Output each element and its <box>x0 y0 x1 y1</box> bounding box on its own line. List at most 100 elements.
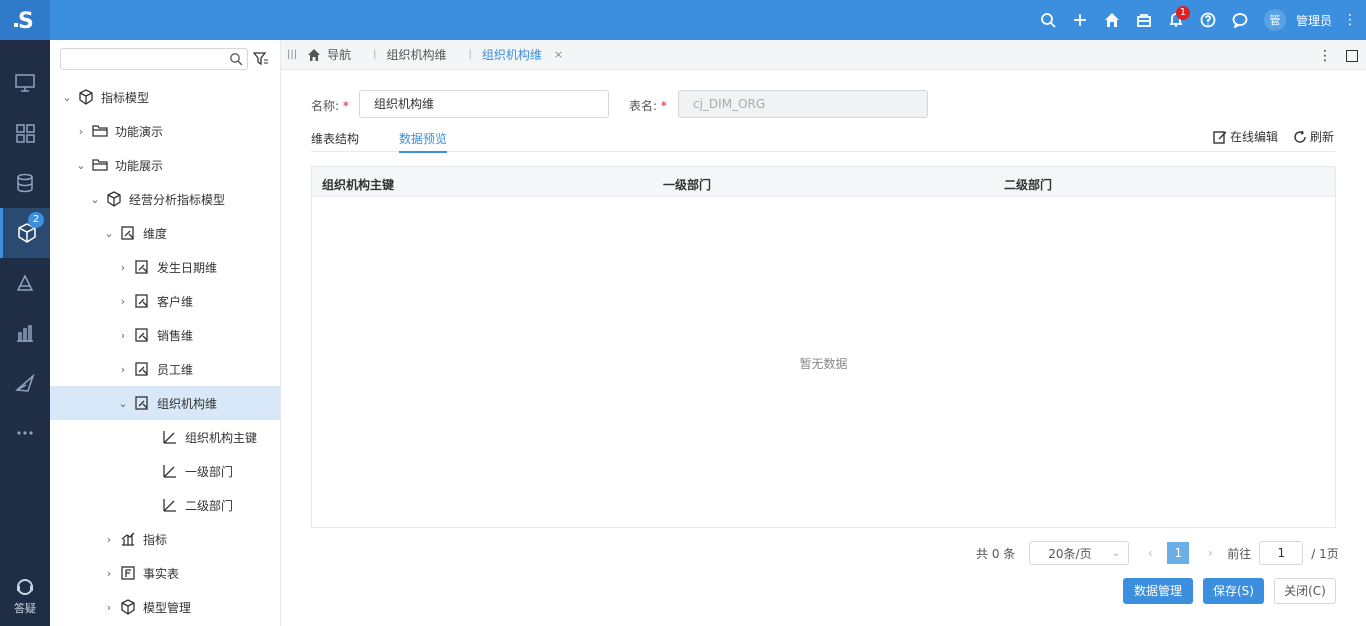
refresh-button[interactable]: 刷新 <box>1293 128 1334 145</box>
dimension-icon <box>134 395 150 411</box>
send-icon[interactable] <box>0 358 50 408</box>
page-size-select[interactable]: 20条/页 ⌄ <box>1029 541 1130 565</box>
more-vert-icon[interactable]: ⋮ <box>1318 48 1332 64</box>
chevron-right-icon[interactable]: › <box>116 363 130 376</box>
tree-node-label: 发生日期维 <box>157 260 218 275</box>
chevron-down-icon[interactable]: ⌄ <box>88 193 102 206</box>
chevron-right-icon[interactable]: › <box>116 329 130 342</box>
column-header[interactable]: 二级部门 <box>1004 176 1052 193</box>
tree-node[interactable]: › 员工维 <box>50 352 280 386</box>
data-manage-button[interactable]: 数据管理 <box>1123 578 1193 604</box>
chevron-down-icon: ⌄ <box>1111 547 1121 559</box>
help-icon[interactable] <box>1192 0 1224 40</box>
chevron-down-icon[interactable]: ⌄ <box>116 397 130 410</box>
prev-page-icon[interactable]: ‹ <box>1139 546 1161 560</box>
app-logo[interactable]: S <box>0 0 50 40</box>
tree-node[interactable]: ⌄ 经营分析指标模型 <box>50 182 280 216</box>
chevron-down-icon[interactable]: ⌄ <box>74 159 88 172</box>
folder-icon <box>92 123 108 139</box>
tree-node-label: 客户维 <box>157 294 194 309</box>
home-icon[interactable] <box>1096 0 1128 40</box>
tree-node[interactable]: ⌄ 维度 <box>50 216 280 250</box>
column-header[interactable]: 一级部门 <box>663 176 711 193</box>
top-toolbar: 1 管 管理员 ⋮ <box>1032 0 1366 40</box>
maximize-icon[interactable] <box>1346 50 1358 62</box>
top-bar: S 1 管 管理员 ⋮ <box>0 0 1366 40</box>
help-section[interactable]: 答疑 <box>0 577 50 616</box>
level-icon <box>162 429 178 445</box>
chart-icon[interactable] <box>0 308 50 358</box>
tab-org-dim[interactable]: 组织机构维 <box>387 46 447 63</box>
tree-node-label: 销售维 <box>157 328 194 343</box>
tree-node-label: 员工维 <box>157 362 194 377</box>
grid-header: 组织机构主键 一级部门 二级部门 <box>312 167 1335 197</box>
tree-node-label: 维度 <box>143 226 168 241</box>
tree-node[interactable]: › 销售维 <box>50 318 280 352</box>
bell-icon[interactable]: 1 <box>1160 0 1192 40</box>
next-page-icon[interactable]: › <box>1199 546 1221 560</box>
close-icon[interactable]: × <box>554 48 563 61</box>
tree-node-label: 功能演示 <box>115 124 164 139</box>
svg-text:S: S <box>18 9 34 33</box>
notification-badge: 1 <box>1175 6 1190 20</box>
tab-structure[interactable]: 维表结构 <box>311 130 359 147</box>
tree-node[interactable]: › 客户维 <box>50 284 280 318</box>
filter-icon[interactable] <box>253 51 269 67</box>
name-input[interactable]: 组织机构维 <box>359 90 609 118</box>
chevron-right-icon[interactable]: › <box>102 601 116 614</box>
search-icon[interactable] <box>1032 0 1064 40</box>
tab-preview[interactable]: 数据预览 <box>399 130 448 153</box>
tree-node-label: 模型管理 <box>143 600 192 615</box>
tree-node[interactable]: ⌄ 功能展示 <box>50 148 280 182</box>
chevron-right-icon[interactable]: › <box>116 295 130 308</box>
close-button[interactable]: 关闭(C) <box>1274 578 1336 604</box>
user-name[interactable]: 管理员 <box>1296 12 1332 29</box>
monitor-icon[interactable] <box>0 58 50 108</box>
chevron-right-icon[interactable]: › <box>102 533 116 546</box>
tree-node[interactable]: ⌄ 指标模型 <box>50 80 280 114</box>
apps-icon[interactable] <box>0 108 50 158</box>
model-icon[interactable]: 2 <box>0 208 50 258</box>
database-icon[interactable] <box>0 158 50 208</box>
avatar[interactable]: 管 <box>1263 9 1286 31</box>
online-edit-button[interactable]: 在线编辑 <box>1213 128 1278 145</box>
tree-node[interactable]: › 指标 <box>50 522 280 556</box>
tree-node[interactable]: ⌄ 组织机构维 <box>50 386 280 420</box>
dimension-icon <box>134 259 150 275</box>
tree-node[interactable]: › 模型管理 <box>50 590 280 624</box>
more-icon[interactable] <box>0 408 50 458</box>
tree-node[interactable]: 二级部门 <box>50 488 280 522</box>
metrics-icon <box>120 531 136 547</box>
dimension-icon <box>134 293 150 309</box>
layers-icon[interactable] <box>0 258 50 308</box>
goto-page-input[interactable]: 1 <box>1259 541 1304 565</box>
package-icon[interactable] <box>1128 0 1160 40</box>
chevron-right-icon[interactable]: › <box>116 261 130 274</box>
chevron-down-icon[interactable]: ⌄ <box>102 227 116 240</box>
tree-node[interactable]: 组织机构主键 <box>50 420 280 454</box>
more-vert-icon[interactable]: ⋮ <box>1340 12 1360 28</box>
cube-icon <box>78 89 94 105</box>
tab-org-dim-active[interactable]: 组织机构维 × <box>482 46 563 63</box>
folder-icon <box>92 157 108 173</box>
tree-node[interactable]: › 功能演示 <box>50 114 280 148</box>
current-page[interactable]: 1 <box>1167 542 1190 564</box>
tree-search-input[interactable] <box>60 48 248 70</box>
left-nav: 2 答疑 <box>0 40 50 626</box>
save-button[interactable]: 保存(S) <box>1203 578 1264 604</box>
chevron-right-icon[interactable]: › <box>74 125 88 138</box>
online-edit-label: 在线编辑 <box>1230 130 1279 144</box>
column-header[interactable]: 组织机构主键 <box>322 176 394 193</box>
tree-node[interactable]: 一级部门 <box>50 454 280 488</box>
plus-icon[interactable] <box>1064 0 1096 40</box>
search-icon[interactable] <box>229 52 243 66</box>
tab-nav[interactable]: 导航 <box>307 46 351 63</box>
chevron-right-icon[interactable]: › <box>102 567 116 580</box>
chat-icon[interactable] <box>1224 0 1256 40</box>
tree-node[interactable]: › 事实表 <box>50 556 280 590</box>
chevron-down-icon[interactable]: ⌄ <box>60 91 74 104</box>
tab-label: 组织机构维 <box>481 48 542 62</box>
tabs-menu-icon[interactable]: ||| <box>287 49 297 60</box>
tab-nav-label: 导航 <box>327 48 352 62</box>
tree-node[interactable]: › 发生日期维 <box>50 250 280 284</box>
